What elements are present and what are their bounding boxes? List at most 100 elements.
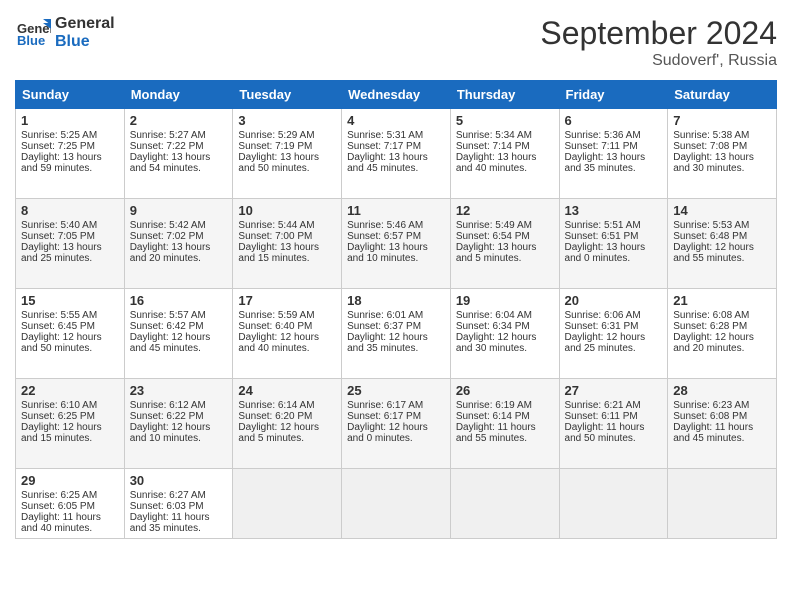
table-row: 6 Sunrise: 5:36 AM Sunset: 7:11 PM Dayli… xyxy=(559,109,668,199)
header-tuesday: Tuesday xyxy=(233,81,342,109)
table-row xyxy=(233,469,342,539)
sunset: Sunset: 7:14 PM xyxy=(456,141,530,152)
daylight: Daylight: 13 hours and 35 minutes. xyxy=(565,152,646,174)
day-number: 18 xyxy=(347,293,445,308)
sunset: Sunset: 7:05 PM xyxy=(21,231,95,242)
daylight: Daylight: 13 hours and 20 minutes. xyxy=(130,242,211,264)
logo-line1: General xyxy=(55,15,115,33)
day-number: 9 xyxy=(130,203,228,218)
daylight: Daylight: 12 hours and 55 minutes. xyxy=(673,242,754,264)
day-number: 7 xyxy=(673,113,771,128)
sunrise: Sunrise: 5:53 AM xyxy=(673,220,749,231)
sunset: Sunset: 6:57 PM xyxy=(347,231,421,242)
logo-line2: Blue xyxy=(55,33,115,51)
sunset: Sunset: 7:00 PM xyxy=(238,231,312,242)
sunset: Sunset: 6:11 PM xyxy=(565,411,638,422)
sunrise: Sunrise: 6:21 AM xyxy=(565,400,641,411)
day-number: 16 xyxy=(130,293,228,308)
daylight: Daylight: 12 hours and 25 minutes. xyxy=(565,332,646,354)
day-number: 14 xyxy=(673,203,771,218)
daylight: Daylight: 12 hours and 50 minutes. xyxy=(21,332,102,354)
daylight: Daylight: 12 hours and 45 minutes. xyxy=(130,332,211,354)
header-thursday: Thursday xyxy=(450,81,559,109)
sunset: Sunset: 6:25 PM xyxy=(21,411,95,422)
header-saturday: Saturday xyxy=(668,81,777,109)
table-row: 18 Sunrise: 6:01 AM Sunset: 6:37 PM Dayl… xyxy=(342,289,451,379)
sunset: Sunset: 6:31 PM xyxy=(565,321,639,332)
table-row: 21 Sunrise: 6:08 AM Sunset: 6:28 PM Dayl… xyxy=(668,289,777,379)
sunset: Sunset: 6:42 PM xyxy=(130,321,204,332)
daylight: Daylight: 13 hours and 54 minutes. xyxy=(130,152,211,174)
sunset: Sunset: 6:14 PM xyxy=(456,411,530,422)
daylight: Daylight: 13 hours and 15 minutes. xyxy=(238,242,319,264)
day-number: 5 xyxy=(456,113,554,128)
day-number: 3 xyxy=(238,113,336,128)
page-header: General Blue General Blue September 2024… xyxy=(15,15,777,70)
sunset: Sunset: 6:34 PM xyxy=(456,321,530,332)
sunset: Sunset: 7:08 PM xyxy=(673,141,747,152)
day-number: 28 xyxy=(673,383,771,398)
sunset: Sunset: 6:45 PM xyxy=(21,321,95,332)
table-row: 25 Sunrise: 6:17 AM Sunset: 6:17 PM Dayl… xyxy=(342,379,451,469)
header-sunday: Sunday xyxy=(16,81,125,109)
daylight: Daylight: 12 hours and 15 minutes. xyxy=(21,422,102,444)
table-row: 13 Sunrise: 5:51 AM Sunset: 6:51 PM Dayl… xyxy=(559,199,668,289)
sunrise: Sunrise: 5:25 AM xyxy=(21,130,97,141)
sunrise: Sunrise: 5:42 AM xyxy=(130,220,206,231)
day-number: 11 xyxy=(347,203,445,218)
daylight: Daylight: 11 hours and 55 minutes. xyxy=(456,422,536,444)
sunrise: Sunrise: 6:27 AM xyxy=(130,490,206,501)
table-row: 2 Sunrise: 5:27 AM Sunset: 7:22 PM Dayli… xyxy=(124,109,233,199)
daylight: Daylight: 12 hours and 30 minutes. xyxy=(456,332,537,354)
day-number: 30 xyxy=(130,473,228,488)
svg-text:Blue: Blue xyxy=(17,33,45,48)
day-number: 10 xyxy=(238,203,336,218)
daylight: Daylight: 13 hours and 30 minutes. xyxy=(673,152,754,174)
day-number: 20 xyxy=(565,293,663,308)
sunrise: Sunrise: 5:57 AM xyxy=(130,310,206,321)
table-row: 1 Sunrise: 5:25 AM Sunset: 7:25 PM Dayli… xyxy=(16,109,125,199)
sunset: Sunset: 6:48 PM xyxy=(673,231,747,242)
title-block: September 2024 Sudoverf', Russia xyxy=(540,15,777,70)
sunrise: Sunrise: 6:01 AM xyxy=(347,310,423,321)
header-wednesday: Wednesday xyxy=(342,81,451,109)
table-row: 8 Sunrise: 5:40 AM Sunset: 7:05 PM Dayli… xyxy=(16,199,125,289)
table-row: 15 Sunrise: 5:55 AM Sunset: 6:45 PM Dayl… xyxy=(16,289,125,379)
sunrise: Sunrise: 5:34 AM xyxy=(456,130,532,141)
daylight: Daylight: 13 hours and 50 minutes. xyxy=(238,152,319,174)
logo-icon: General Blue xyxy=(15,15,51,51)
calendar-header: Sunday Monday Tuesday Wednesday Thursday… xyxy=(16,81,777,109)
logo: General Blue General Blue xyxy=(15,15,115,51)
daylight: Daylight: 12 hours and 0 minutes. xyxy=(347,422,428,444)
daylight: Daylight: 12 hours and 20 minutes. xyxy=(673,332,754,354)
table-row: 9 Sunrise: 5:42 AM Sunset: 7:02 PM Dayli… xyxy=(124,199,233,289)
sunrise: Sunrise: 5:51 AM xyxy=(565,220,641,231)
sunset: Sunset: 7:22 PM xyxy=(130,141,204,152)
table-row: 29 Sunrise: 6:25 AM Sunset: 6:05 PM Dayl… xyxy=(16,469,125,539)
day-number: 21 xyxy=(673,293,771,308)
sunrise: Sunrise: 5:31 AM xyxy=(347,130,423,141)
day-number: 2 xyxy=(130,113,228,128)
sunset: Sunset: 6:22 PM xyxy=(130,411,204,422)
sunrise: Sunrise: 6:08 AM xyxy=(673,310,749,321)
day-number: 12 xyxy=(456,203,554,218)
sunrise: Sunrise: 5:46 AM xyxy=(347,220,423,231)
daylight: Daylight: 11 hours and 35 minutes. xyxy=(130,512,210,534)
sunrise: Sunrise: 6:10 AM xyxy=(21,400,97,411)
day-number: 24 xyxy=(238,383,336,398)
table-row: 23 Sunrise: 6:12 AM Sunset: 6:22 PM Dayl… xyxy=(124,379,233,469)
table-row: 26 Sunrise: 6:19 AM Sunset: 6:14 PM Dayl… xyxy=(450,379,559,469)
sunrise: Sunrise: 5:55 AM xyxy=(21,310,97,321)
sunrise: Sunrise: 6:17 AM xyxy=(347,400,423,411)
daylight: Daylight: 13 hours and 10 minutes. xyxy=(347,242,428,264)
sunrise: Sunrise: 6:06 AM xyxy=(565,310,641,321)
sunset: Sunset: 6:08 PM xyxy=(673,411,747,422)
table-row: 17 Sunrise: 5:59 AM Sunset: 6:40 PM Dayl… xyxy=(233,289,342,379)
sunrise: Sunrise: 5:44 AM xyxy=(238,220,314,231)
daylight: Daylight: 13 hours and 5 minutes. xyxy=(456,242,537,264)
day-number: 13 xyxy=(565,203,663,218)
sunrise: Sunrise: 6:23 AM xyxy=(673,400,749,411)
calendar-table: Sunday Monday Tuesday Wednesday Thursday… xyxy=(15,80,777,539)
table-row: 5 Sunrise: 5:34 AM Sunset: 7:14 PM Dayli… xyxy=(450,109,559,199)
daylight: Daylight: 11 hours and 50 minutes. xyxy=(565,422,645,444)
